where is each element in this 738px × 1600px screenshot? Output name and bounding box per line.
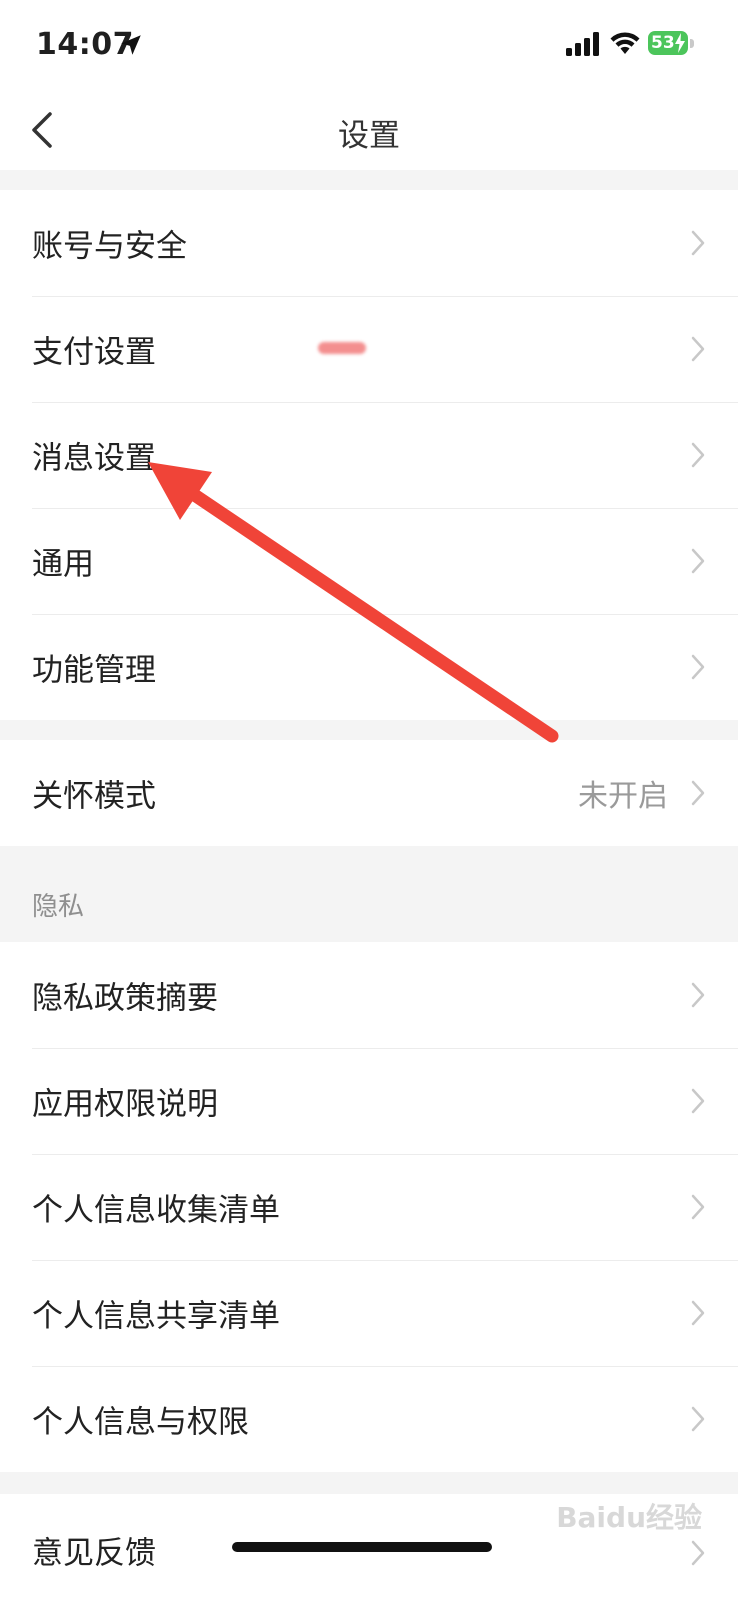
settings-item-payment[interactable]: 支付设置 — [0, 296, 738, 402]
home-indicator[interactable] — [232, 1542, 492, 1552]
battery-icon: 53 — [648, 31, 696, 57]
wifi-icon — [610, 32, 640, 54]
settings-group-main: 账号与安全 支付设置 消息设置 通用 功能管理 — [0, 190, 738, 720]
battery-nub — [690, 39, 694, 48]
chevron-right-icon — [691, 654, 705, 680]
chevron-right-icon — [691, 442, 705, 468]
navigation-bar: 设置 — [0, 90, 738, 170]
chevron-right-icon — [691, 982, 705, 1008]
settings-item-care-mode[interactable]: 关怀模式 未开启 — [0, 740, 738, 846]
chevron-right-icon — [691, 1540, 705, 1566]
settings-item-feature-management[interactable]: 功能管理 — [0, 614, 738, 720]
settings-item-messages[interactable]: 消息设置 — [0, 402, 738, 508]
settings-item-label: 个人信息共享清单 — [32, 1298, 280, 1335]
cellular-signal-icon — [566, 32, 599, 56]
red-scribble-mark — [318, 342, 366, 354]
settings-item-label: 功能管理 — [32, 652, 156, 689]
chevron-right-icon — [691, 780, 705, 806]
settings-item-general[interactable]: 通用 — [0, 508, 738, 614]
settings-item-label: 账号与安全 — [32, 228, 187, 265]
settings-item-privacy-summary[interactable]: 隐私政策摘要 — [0, 942, 738, 1048]
location-arrow-icon — [121, 35, 141, 55]
charging-bolt-icon — [675, 33, 685, 53]
settings-item-info-sharing[interactable]: 个人信息共享清单 — [0, 1260, 738, 1366]
chevron-right-icon — [691, 1088, 705, 1114]
settings-item-label: 隐私政策摘要 — [32, 980, 218, 1017]
settings-item-label: 支付设置 — [32, 334, 156, 371]
chevron-right-icon — [691, 548, 705, 574]
settings-item-label: 意见反馈 — [32, 1535, 156, 1572]
chevron-right-icon — [691, 336, 705, 362]
section-header-privacy: 隐私 — [32, 892, 85, 922]
care-mode-status: 未开启 — [578, 779, 668, 814]
settings-item-label: 关怀模式 — [32, 778, 156, 815]
page-title: 设置 — [338, 118, 400, 154]
settings-item-label: 个人信息与权限 — [32, 1404, 249, 1441]
settings-item-label: 个人信息收集清单 — [32, 1192, 280, 1229]
settings-group-care: 关怀模式 未开启 — [0, 740, 738, 846]
settings-item-info-permissions[interactable]: 个人信息与权限 — [0, 1366, 738, 1472]
baidu-watermark: Baidu经验 — [556, 1501, 702, 1534]
chevron-right-icon — [691, 1194, 705, 1220]
chevron-right-icon — [691, 230, 705, 256]
settings-item-app-permissions[interactable]: 应用权限说明 — [0, 1048, 738, 1154]
settings-item-info-collection[interactable]: 个人信息收集清单 — [0, 1154, 738, 1260]
settings-item-label: 消息设置 — [32, 440, 156, 477]
settings-item-label: 通用 — [32, 546, 94, 583]
chevron-right-icon — [691, 1300, 705, 1326]
settings-item-label: 应用权限说明 — [32, 1086, 218, 1123]
settings-group-privacy: 隐私政策摘要 应用权限说明 个人信息收集清单 个人信息共享清单 个人信息与权限 — [0, 942, 738, 1472]
settings-item-account-security[interactable]: 账号与安全 — [0, 190, 738, 296]
chevron-right-icon — [691, 1406, 705, 1432]
status-bar: 14:07 53 — [0, 0, 738, 90]
